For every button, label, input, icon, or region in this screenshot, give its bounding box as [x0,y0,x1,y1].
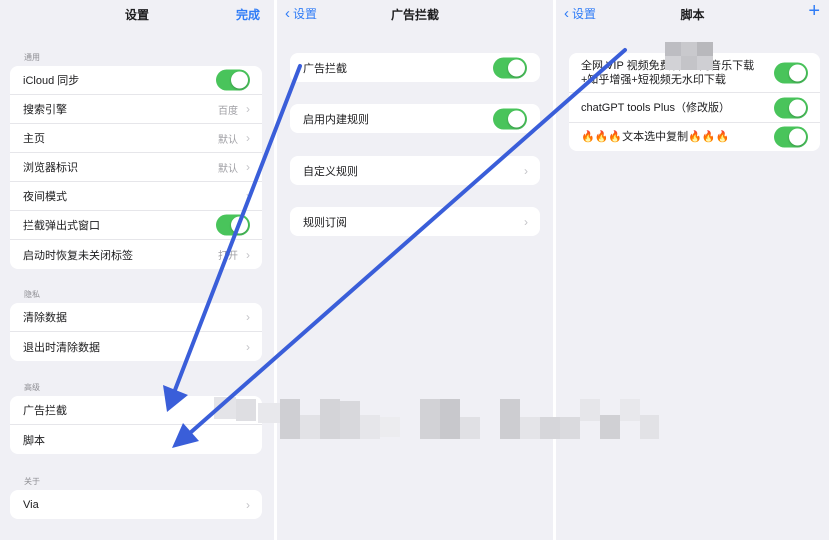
section-header-advanced: 高级 [24,383,40,392]
chevron-right-icon: › [524,163,528,178]
script-enable-toggle[interactable] [774,62,808,83]
script-enable-toggle[interactable] [774,126,808,148]
script-name: chatGPT tools Plus（修改版） [581,102,730,114]
script-name: 🔥🔥🔥文本选中复制🔥🔥🔥 [581,131,730,143]
privacy-group: 清除数据 › 退出时清除数据 › [10,303,262,361]
row-night-mode[interactable]: 夜间模式 › [10,182,262,211]
row-label: iCloud 同步 [23,75,80,87]
scripts-nav-bar: ‹ 设置 脚本 + [556,0,829,26]
row-label: 广告拦截 [23,405,67,417]
row-user-agent[interactable]: 浏览器标识 默认 › [10,153,262,182]
general-group: iCloud 同步 搜索引擎 百度 › 主页 默认 › 浏览器标识 默认 › 夜… [10,66,262,269]
row-label: Via [23,498,39,511]
row-label: 启用内建规则 [303,113,369,126]
row-homepage[interactable]: 主页 默认 › [10,124,262,153]
block-popups-toggle[interactable] [216,214,250,236]
adblock-nav-bar: ‹ 设置 广告拦截 [277,0,553,26]
scripts-panel: ‹ 设置 脚本 + 全网 VIP 视频免费看+全网音乐下载+知乎增强+短视频无水… [556,0,829,540]
chevron-right-icon: › [246,189,250,203]
row-label: 规则订阅 [303,216,347,229]
settings-panel: 设置 完成 通用 iCloud 同步 搜索引擎 百度 › 主页 默认 › 浏览器… [0,0,274,540]
row-rule-subscriptions[interactable]: 规则订阅 › [290,207,540,236]
row-label: 夜间模式 [23,191,67,203]
settings-title: 设置 [124,8,149,22]
row-about-via[interactable]: Via › [10,490,262,519]
homepage-value: 默认 [218,134,238,146]
about-group: Via › [10,490,262,519]
section-header-general: 通用 [24,53,40,62]
restore-tabs-value: 打开 [218,251,238,262]
row-label: 自定义规则 [303,165,358,178]
script-enable-toggle[interactable] [774,97,808,118]
done-button[interactable]: 完成 [236,6,260,23]
row-icloud-sync[interactable]: iCloud 同步 [10,66,262,95]
user-agent-value: 默认 [218,163,238,175]
chevron-right-icon: › [246,102,250,116]
row-label: 清除数据 [23,312,67,324]
row-restore-tabs[interactable]: 启动时恢复未关闭标签 打开 › [10,240,262,269]
row-label: 脚本 [23,434,45,447]
row-clear-on-exit[interactable]: 退出时清除数据 › [10,332,262,361]
chevron-right-icon: › [524,214,528,229]
chevron-right-icon: › [246,160,250,174]
add-script-button[interactable]: + [808,1,820,21]
row-adblock-enable[interactable]: 广告拦截 [290,53,540,82]
icloud-sync-toggle[interactable] [216,69,250,91]
adblock-panel: ‹ 设置 广告拦截 广告拦截 启用内建规则 自定义规则 › 规则订阅 › [277,0,553,540]
chevron-right-icon: › [246,247,250,262]
section-header-about: 关于 [24,477,40,486]
row-label: 拦截弹出式窗口 [23,220,100,232]
pixelated-redaction [665,42,713,70]
row-label: 搜索引擎 [23,104,67,116]
row-label: 退出时清除数据 [23,341,100,354]
chevron-right-icon: › [246,310,250,324]
chevron-right-icon: › [246,339,250,354]
row-builtin-rules[interactable]: 启用内建规则 [290,104,540,133]
row-label: 主页 [23,133,45,145]
builtin-rules-toggle[interactable] [493,108,527,129]
search-engine-value: 百度 [218,105,238,117]
chevron-right-icon: › [246,131,250,145]
row-custom-rules[interactable]: 自定义规则 › [290,156,540,185]
scripts-title: 脚本 [680,8,705,22]
settings-nav-bar: 设置 完成 [0,0,274,26]
row-block-popups[interactable]: 拦截弹出式窗口 [10,211,262,240]
row-search-engine[interactable]: 搜索引擎 百度 › [10,95,262,124]
section-header-privacy: 隐私 [24,290,40,299]
row-label: 启动时恢复未关闭标签 [23,249,133,262]
row-label: 广告拦截 [303,62,347,75]
row-clear-data[interactable]: 清除数据 › [10,303,262,332]
adblock-title: 广告拦截 [390,8,439,22]
pixelated-redaction [214,385,659,455]
adblock-toggle[interactable] [493,57,527,78]
script-item[interactable]: chatGPT tools Plus（修改版） [569,93,820,123]
chevron-right-icon: › [246,497,250,512]
row-label: 浏览器标识 [23,162,78,174]
script-item[interactable]: 🔥🔥🔥文本选中复制🔥🔥🔥 [569,123,820,151]
